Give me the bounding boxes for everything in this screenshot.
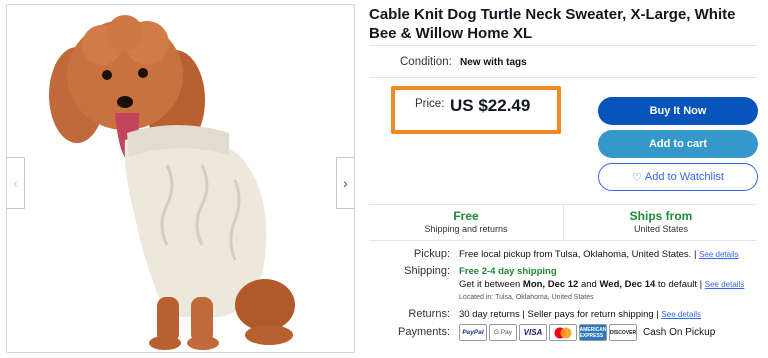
next-image-button[interactable]: › [336, 157, 354, 209]
ships-from-heading: Ships from [629, 209, 693, 223]
pickup-label: Pickup: [413, 248, 450, 260]
add-to-cart-button[interactable]: Add to cart [598, 130, 758, 158]
delivery-prefix: Get it between [459, 279, 521, 290]
returns-text: 30 day returns | Seller pays for return … [459, 309, 654, 320]
add-to-watchlist-label: Add to Watchlist [644, 171, 724, 183]
american-express-icon: AMERICAN EXPRESS [579, 324, 607, 341]
condition-label: Condition: [400, 56, 452, 68]
returns-label: Returns: [408, 308, 450, 320]
separator: | [693, 249, 697, 260]
product-image-gallery[interactable]: ‹ › [6, 4, 355, 353]
chevron-left-icon: ‹ [13, 175, 18, 191]
delivery-date-start: Mon, Dec 12 [522, 279, 579, 290]
buy-it-now-button[interactable]: Buy It Now [598, 97, 758, 125]
delivery-date-end: Wed, Dec 14 [599, 279, 656, 290]
chevron-right-icon: › [343, 175, 348, 191]
google-pay-icon: G Pay [489, 324, 517, 341]
ships-from-country: United States [633, 224, 689, 234]
heart-icon: ♡ [632, 171, 642, 184]
separator: | [656, 309, 659, 320]
paypal-icon: PayPal [459, 324, 487, 341]
buy-it-now-label: Buy It Now [649, 105, 707, 117]
returns-info: 30 day returns | Seller pays for return … [459, 309, 701, 320]
delivery-and: and [580, 279, 597, 290]
pickup-see-details-link[interactable]: See details [699, 250, 739, 259]
visa-icon: VISA [519, 324, 547, 341]
cash-on-pickup: Cash On Pickup [643, 327, 716, 338]
shipping-headline: Free 2-4 day shipping [459, 266, 557, 277]
condition-value: New with tags [460, 57, 527, 68]
pickup-text: Free local pickup from Tulsa, Oklahoma, … [459, 249, 692, 260]
discover-icon: DISCOVER [609, 324, 637, 341]
payment-methods: PayPal G Pay VISA AMERICAN EXPRESS DISCO… [459, 324, 715, 341]
delivery-suffix: to default [657, 279, 698, 290]
free-shipping-summary: Free Shipping and returns [369, 209, 563, 234]
previous-image-button[interactable]: ‹ [7, 157, 25, 209]
product-image [49, 15, 295, 350]
delivery-estimate: Get it between Mon, Dec 12 and Wed, Dec … [459, 279, 744, 290]
returns-see-details-link[interactable]: See details [661, 310, 701, 319]
price-label: Price: [415, 98, 445, 110]
payments-label: Payments: [398, 326, 450, 338]
shipping-label: Shipping: [404, 265, 450, 277]
add-to-cart-label: Add to cart [648, 138, 708, 150]
ships-from-summary: Ships from United States [564, 209, 758, 234]
mastercard-icon [549, 324, 577, 341]
item-location: Located in: Tulsa, Oklahoma, United Stat… [459, 294, 594, 301]
free-shipping-subtext: Shipping and returns [424, 224, 508, 234]
shipping-see-details-link[interactable]: See details [705, 280, 745, 289]
price-value: US $22.49 [450, 96, 531, 115]
product-title: Cable Knit Dog Turtle Neck Sweater, X-La… [369, 6, 736, 42]
divider [369, 77, 757, 78]
divider [369, 45, 757, 46]
free-shipping-heading: Free [453, 209, 479, 223]
separator: | [699, 279, 703, 290]
pickup-info: Free local pickup from Tulsa, Oklahoma, … [459, 249, 739, 260]
add-to-watchlist-button[interactable]: ♡ Add to Watchlist [598, 163, 758, 191]
shipping-summary: Free Shipping and returns Ships from Uni… [369, 204, 757, 241]
